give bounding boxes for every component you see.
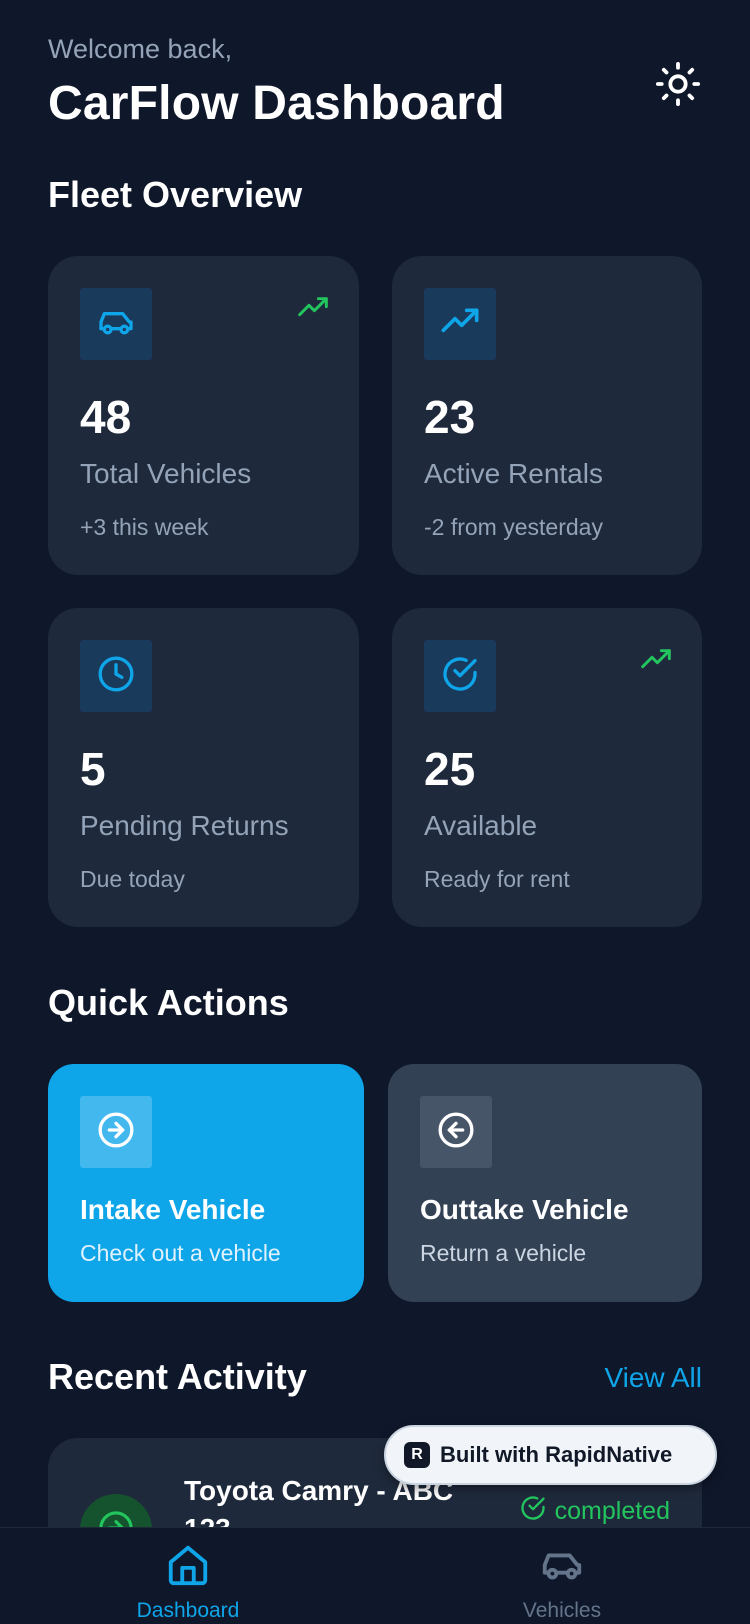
arrow-right-circle-icon [96,1110,136,1155]
check-circle-icon [440,654,480,699]
stat-subtext: +3 this week [80,514,209,540]
stat-icon-container [80,640,152,712]
arrow-left-circle-icon [436,1110,476,1155]
quick-actions-heading: Quick Actions [48,982,289,1023]
sun-icon [655,61,701,112]
stat-subtext: Ready for rent [424,866,570,892]
home-icon [165,1542,211,1593]
car-icon [539,1542,585,1593]
stat-subtext: Due today [80,866,185,892]
stat-icon-container [80,288,152,360]
recent-activity-heading: Recent Activity [48,1356,307,1397]
fleet-overview-heading: Fleet Overview [48,174,303,215]
nav-label: Vehicles [522,1599,602,1622]
stat-card-total-vehicles[interactable]: 48 Total Vehicles +3 this week [48,256,359,575]
action-icon-container [80,1096,152,1168]
dashboard-scroll[interactable]: Welcome back, CarFlow Dashboard Fleet Ov… [0,0,750,1527]
stat-label: Total Vehicles [80,458,252,489]
view-all-link[interactable]: View All [604,1362,702,1394]
stat-value: 23 [424,391,476,443]
status-badge: completed [519,1494,670,1527]
car-icon [96,302,136,347]
action-title: Outtake Vehicle [420,1194,629,1225]
clock-icon [96,654,136,699]
stat-label: Active Rentals [424,458,603,489]
stat-icon-container [424,288,496,360]
badge-label: Built with RapidNative [440,1442,673,1467]
check-circle-icon [519,1494,547,1527]
outtake-vehicle-button[interactable]: Outtake Vehicle Return a vehicle [388,1064,702,1302]
action-title: Intake Vehicle [80,1194,266,1225]
stat-value: 25 [424,743,476,795]
built-with-badge[interactable]: R Built with RapidNative [384,1425,717,1485]
stat-subtext: -2 from yesterday [424,514,603,540]
rapidnative-logo-icon: R [404,1442,430,1468]
stat-card-active-rentals[interactable]: 23 Active Rentals -2 from yesterday [392,256,702,575]
bottom-nav: Dashboard Vehicles [0,1527,750,1624]
nav-item-dashboard[interactable]: Dashboard [88,1542,288,1623]
activity-icon-container [80,1494,152,1527]
stat-label: Pending Returns [80,810,289,841]
trending-up-icon [640,644,672,681]
action-subtitle: Check out a vehicle [80,1240,281,1266]
nav-label: Dashboard [136,1599,240,1622]
stat-icon-container [424,640,496,712]
action-icon-container [420,1096,492,1168]
stat-value: 48 [80,391,132,443]
status-text: completed [554,1497,670,1525]
stat-card-available[interactable]: 25 Available Ready for rent [392,608,702,927]
stat-value: 5 [80,743,106,795]
welcome-text: Welcome back, [48,34,233,64]
stat-label: Available [424,810,538,841]
arrow-right-circle-icon [97,1509,135,1527]
intake-vehicle-button[interactable]: Intake Vehicle Check out a vehicle [48,1064,364,1302]
nav-item-vehicles[interactable]: Vehicles [462,1542,662,1623]
theme-toggle-button[interactable] [652,60,704,112]
trending-up-icon [440,302,480,347]
trending-up-icon [297,292,329,329]
page-title: CarFlow Dashboard [48,77,505,130]
stat-card-pending-returns[interactable]: 5 Pending Returns Due today [48,608,359,927]
action-subtitle: Return a vehicle [420,1240,587,1266]
